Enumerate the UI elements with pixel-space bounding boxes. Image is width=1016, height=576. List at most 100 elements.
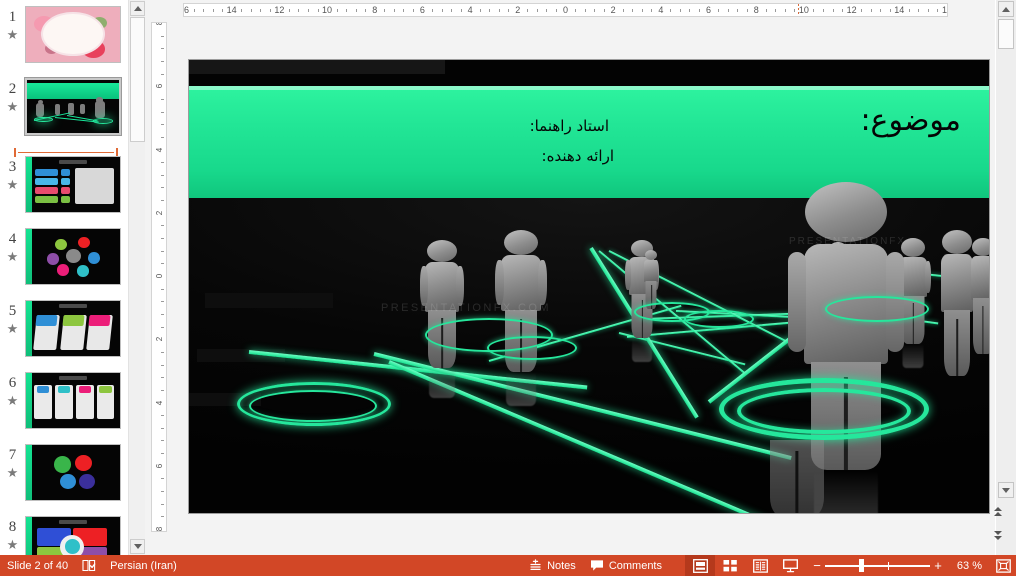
ruler-tick-label: 10	[322, 5, 333, 15]
thumbnail-image[interactable]	[25, 6, 121, 63]
scroll-up-button[interactable]	[998, 1, 1014, 17]
thumbnail-slide-2[interactable]: 2 ★	[0, 77, 127, 150]
ruler-margin-marker[interactable]	[797, 4, 799, 16]
thumb-art-three-cards	[26, 301, 120, 356]
thumbnail-slide-5[interactable]: 5 ★	[0, 300, 127, 372]
zoom-level-label[interactable]: 63 %	[950, 560, 990, 572]
ruler-minor-tick	[161, 225, 164, 227]
star-icon: ★	[6, 27, 19, 42]
thumbnail-scroll-up-button[interactable]	[130, 1, 145, 16]
ruler-minor-tick	[842, 9, 844, 12]
zoom-out-button[interactable]: −	[809, 555, 825, 576]
ruler-minor-tick	[699, 9, 701, 12]
star-icon: ★	[6, 177, 19, 192]
thumbnail-slide-7[interactable]: 7 ★	[0, 444, 127, 516]
thumbnail-slide-1[interactable]: 1 ★	[0, 6, 127, 78]
comment-icon	[590, 560, 603, 571]
ruler-minor-tick	[161, 288, 164, 290]
ruler-minor-tick	[161, 238, 164, 240]
view-button-normal[interactable]	[685, 555, 715, 576]
ruler-minor-tick	[161, 187, 164, 189]
glow-ring	[825, 296, 929, 322]
ruler-minor-tick	[317, 9, 319, 12]
ruler-minor-tick	[161, 35, 164, 37]
ruler-tick-label: 4	[467, 5, 473, 15]
thumbnail-scroll-down-button[interactable]	[130, 539, 145, 554]
zoom-slider[interactable]	[825, 555, 930, 576]
ruler-tick-label: 8	[372, 5, 378, 15]
ruler-minor-tick	[412, 9, 414, 12]
ruler-minor-tick	[679, 9, 681, 12]
ruler-minor-tick	[594, 9, 596, 12]
slide-editor-area[interactable]: 16 14 12 10 8 6 4 2 0 2 4 6 8 10 12 14 16 8 6 4 2 0 2 4 6 8	[145, 0, 995, 555]
slide-thumbnail-pane[interactable]: 1 ★ 2 ★ 3 ★ 4 ★ 5 ★ 6 ★ 7 ★ 8 ★	[0, 0, 127, 555]
thumbnail-image[interactable]	[25, 444, 121, 501]
slide-canvas[interactable]: PRESENTATIONFX.COM PRESENTATIONFX موضوع:…	[189, 60, 989, 513]
view-button-reading-view[interactable]	[745, 555, 775, 576]
thumbnail-meta: 8 ★	[0, 516, 25, 552]
thumbnail-image-selected[interactable]	[24, 77, 122, 136]
ruler-minor-tick	[603, 9, 605, 12]
horizontal-ruler[interactable]: 16 14 12 10 8 6 4 2 0 2 4 6 8 10 12 14 16	[145, 0, 995, 20]
zoom-control[interactable]: − +	[805, 555, 950, 576]
ruler-tick-label: 4	[155, 147, 164, 152]
notes-button[interactable]: Notes	[522, 555, 583, 576]
thumbnail-image[interactable]	[25, 516, 121, 555]
ruler-minor-tick	[161, 377, 164, 379]
thumbnail-slide-4[interactable]: 4 ★	[0, 228, 127, 300]
ruler-minor-tick	[288, 9, 290, 12]
comments-button[interactable]: Comments	[583, 555, 669, 576]
ruler-minor-tick	[161, 111, 164, 113]
thumbnail-slide-8[interactable]: 8 ★	[0, 516, 127, 555]
slide-title-text[interactable]: موضوع:	[860, 104, 961, 138]
proofing-icon	[82, 559, 96, 572]
ruler-minor-tick	[622, 9, 624, 12]
ruler-minor-tick	[269, 9, 271, 12]
ruler-tick-label: 2	[515, 5, 521, 15]
thumbnail-image[interactable]	[25, 372, 121, 429]
slide-supervisor-text[interactable]: استاد راهنما:	[530, 116, 609, 136]
thumbnail-number: 6	[8, 375, 17, 391]
ruler-minor-tick	[161, 351, 164, 353]
thumb-art-four-cards	[26, 373, 120, 428]
thumbnail-scrollbar[interactable]	[128, 0, 145, 555]
scroll-track[interactable]	[996, 0, 1016, 555]
horizontal-ruler-body[interactable]: 16 14 12 10 8 6 4 2 0 2 4 6 8 10 12 14 16	[183, 3, 948, 17]
ruler-tick-label: 4	[155, 400, 164, 405]
view-button-slide-sorter[interactable]	[715, 555, 745, 576]
zoom-slider-handle[interactable]	[859, 559, 864, 572]
language-status[interactable]: Persian (Iran)	[103, 555, 184, 576]
thumbnail-scroll-thumb[interactable]	[130, 17, 145, 142]
thumbnail-slide-6[interactable]: 6 ★	[0, 372, 127, 444]
view-button-slide-show[interactable]	[775, 555, 805, 576]
powerpoint-window: 1 ★ 2 ★ 3 ★ 4 ★ 5 ★ 6 ★ 7 ★ 8 ★ 6 14 12 …	[0, 0, 1016, 576]
slide-show-icon	[782, 558, 798, 572]
slide-vertical-scrollbar[interactable]	[994, 0, 1016, 555]
scroll-thumb[interactable]	[998, 19, 1014, 49]
thumbnail-slide-3[interactable]: 3 ★	[0, 156, 127, 228]
vertical-ruler[interactable]: 8 6 4 2 0 2 4 6 8	[151, 22, 167, 532]
thumbnail-image[interactable]	[25, 228, 121, 285]
chevron-down-icon	[1002, 487, 1010, 493]
ruler-minor-tick	[918, 9, 920, 12]
ruler-minor-tick	[161, 503, 164, 505]
thumbnail-image[interactable]	[25, 300, 121, 357]
scroll-down-button[interactable]	[998, 482, 1014, 498]
ruler-tick-label: 16	[183, 5, 190, 15]
thumbnail-meta: 4 ★	[0, 228, 25, 264]
ruler-minor-tick	[737, 9, 739, 12]
ruler-tick-label: 0	[155, 273, 164, 279]
ruler-minor-tick	[161, 478, 164, 480]
ruler-minor-tick	[212, 9, 214, 12]
ruler-minor-tick	[161, 263, 164, 265]
zoom-in-button[interactable]: +	[930, 555, 946, 576]
ruler-minor-tick	[670, 9, 672, 12]
slide-count-status[interactable]: Slide 2 of 40	[0, 555, 75, 576]
slide-presenter-text[interactable]: ارائه دهنده:	[542, 146, 614, 166]
ruler-minor-tick	[498, 9, 500, 12]
ruler-tick-label: 0	[562, 5, 569, 15]
chevron-down-icon	[133, 544, 142, 549]
thumbnail-image[interactable]	[25, 156, 121, 213]
spell-check-status[interactable]	[75, 555, 103, 576]
fit-to-window-button[interactable]	[990, 555, 1016, 576]
